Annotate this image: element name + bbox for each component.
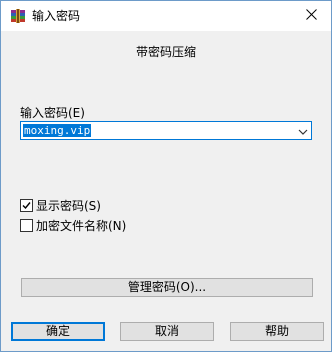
encrypt-filenames-checkbox[interactable] <box>20 218 33 232</box>
chevron-down-icon[interactable] <box>298 126 308 136</box>
close-button[interactable] <box>291 1 331 31</box>
manage-passwords-button[interactable]: 管理密码(O)... <box>21 278 313 297</box>
ok-button[interactable]: 确定 <box>11 322 105 341</box>
password-combobox[interactable]: moxing.vip <box>20 121 312 140</box>
dialog-heading: 带密码压缩 <box>135 45 196 59</box>
password-label: 输入密码(E) <box>20 106 85 120</box>
encrypt-filenames-option[interactable]: 加密文件名称(N) <box>20 218 127 233</box>
encrypt-filenames-label: 加密文件名称(N) <box>36 218 127 233</box>
password-input[interactable]: moxing.vip <box>23 124 92 137</box>
winrar-icon <box>10 8 26 24</box>
show-password-option[interactable]: 显示密码(S) <box>20 198 101 213</box>
password-dialog: 输入密码 带密码压缩 输入密码(E) moxing.vip 显示密码(S) 加密… <box>0 0 332 352</box>
show-password-label: 显示密码(S) <box>36 198 101 213</box>
checkmark-icon <box>22 201 31 209</box>
title-bar[interactable]: 输入密码 <box>1 1 331 31</box>
close-icon <box>305 9 317 23</box>
show-password-checkbox[interactable] <box>20 198 33 212</box>
cancel-button[interactable]: 取消 <box>120 322 214 341</box>
help-button[interactable]: 帮助 <box>230 322 324 341</box>
window-title: 输入密码 <box>32 9 81 23</box>
